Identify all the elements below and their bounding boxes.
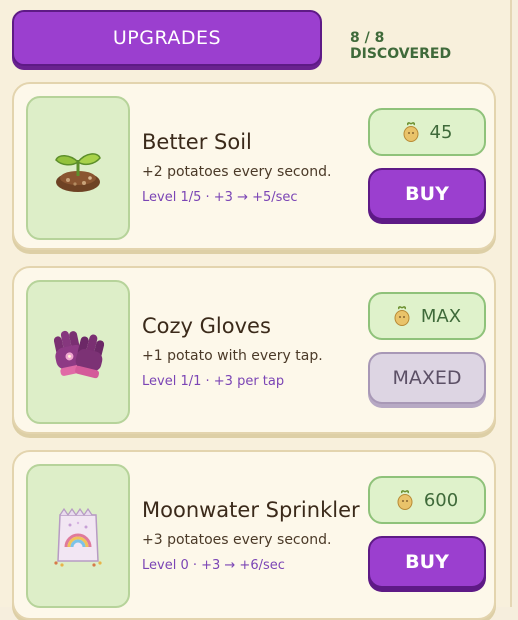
upgrades-header: UPGRADES 8 / 8 DISCOVERED bbox=[12, 10, 502, 70]
upgrade-level: Level 0 · +3 → +6/sec bbox=[142, 558, 285, 573]
upgrade-thumbnail bbox=[26, 96, 130, 240]
upgrade-description: +3 potatoes every second. bbox=[142, 532, 332, 548]
upgrade-name: Cozy Gloves bbox=[142, 314, 271, 338]
upgrade-level: Level 1/1 · +3 per tap bbox=[142, 374, 285, 389]
sprout-icon bbox=[55, 153, 101, 192]
upgrade-description: +1 potato with every tap. bbox=[142, 348, 323, 364]
discovered-count: 8 / 8 DISCOVERED bbox=[350, 30, 452, 62]
potato-icon bbox=[397, 490, 413, 510]
price-value: 600 bbox=[423, 489, 459, 511]
upgrade-thumbnail bbox=[26, 464, 130, 608]
upgrades-panel: UPGRADES 8 / 8 DISCOVERED Better Soil +2… bbox=[0, 0, 512, 620]
upgrade-name: Better Soil bbox=[142, 130, 252, 154]
price-badge: MAX bbox=[368, 292, 486, 340]
upgrade-card-cozy-gloves: Cozy Gloves +1 potato with every tap. Le… bbox=[12, 266, 496, 434]
price-badge: 45 bbox=[368, 108, 486, 156]
upgrade-card-moonwater-sprinkler: Moonwater Sprinkler +3 potatoes every se… bbox=[12, 450, 496, 620]
buy-button[interactable]: BUY bbox=[368, 168, 486, 220]
potato-icon bbox=[394, 306, 410, 326]
upgrade-name: Moonwater Sprinkler bbox=[142, 498, 360, 522]
gloves-icon bbox=[53, 330, 105, 379]
upgrade-thumbnail bbox=[26, 280, 130, 424]
potato-icon bbox=[403, 122, 419, 142]
upgrade-card-better-soil: Better Soil +2 potatoes every second. Le… bbox=[12, 82, 496, 250]
tab-upgrades[interactable]: UPGRADES bbox=[12, 10, 322, 66]
maxed-button[interactable]: MAXED bbox=[368, 352, 486, 404]
seed-bag-icon bbox=[54, 507, 102, 567]
upgrade-description: +2 potatoes every second. bbox=[142, 164, 332, 180]
upgrade-level: Level 1/5 · +3 → +5/sec bbox=[142, 190, 298, 205]
price-value: 45 bbox=[429, 121, 453, 143]
buy-button[interactable]: BUY bbox=[368, 536, 486, 588]
price-value: MAX bbox=[420, 305, 462, 327]
price-badge: 600 bbox=[368, 476, 486, 524]
